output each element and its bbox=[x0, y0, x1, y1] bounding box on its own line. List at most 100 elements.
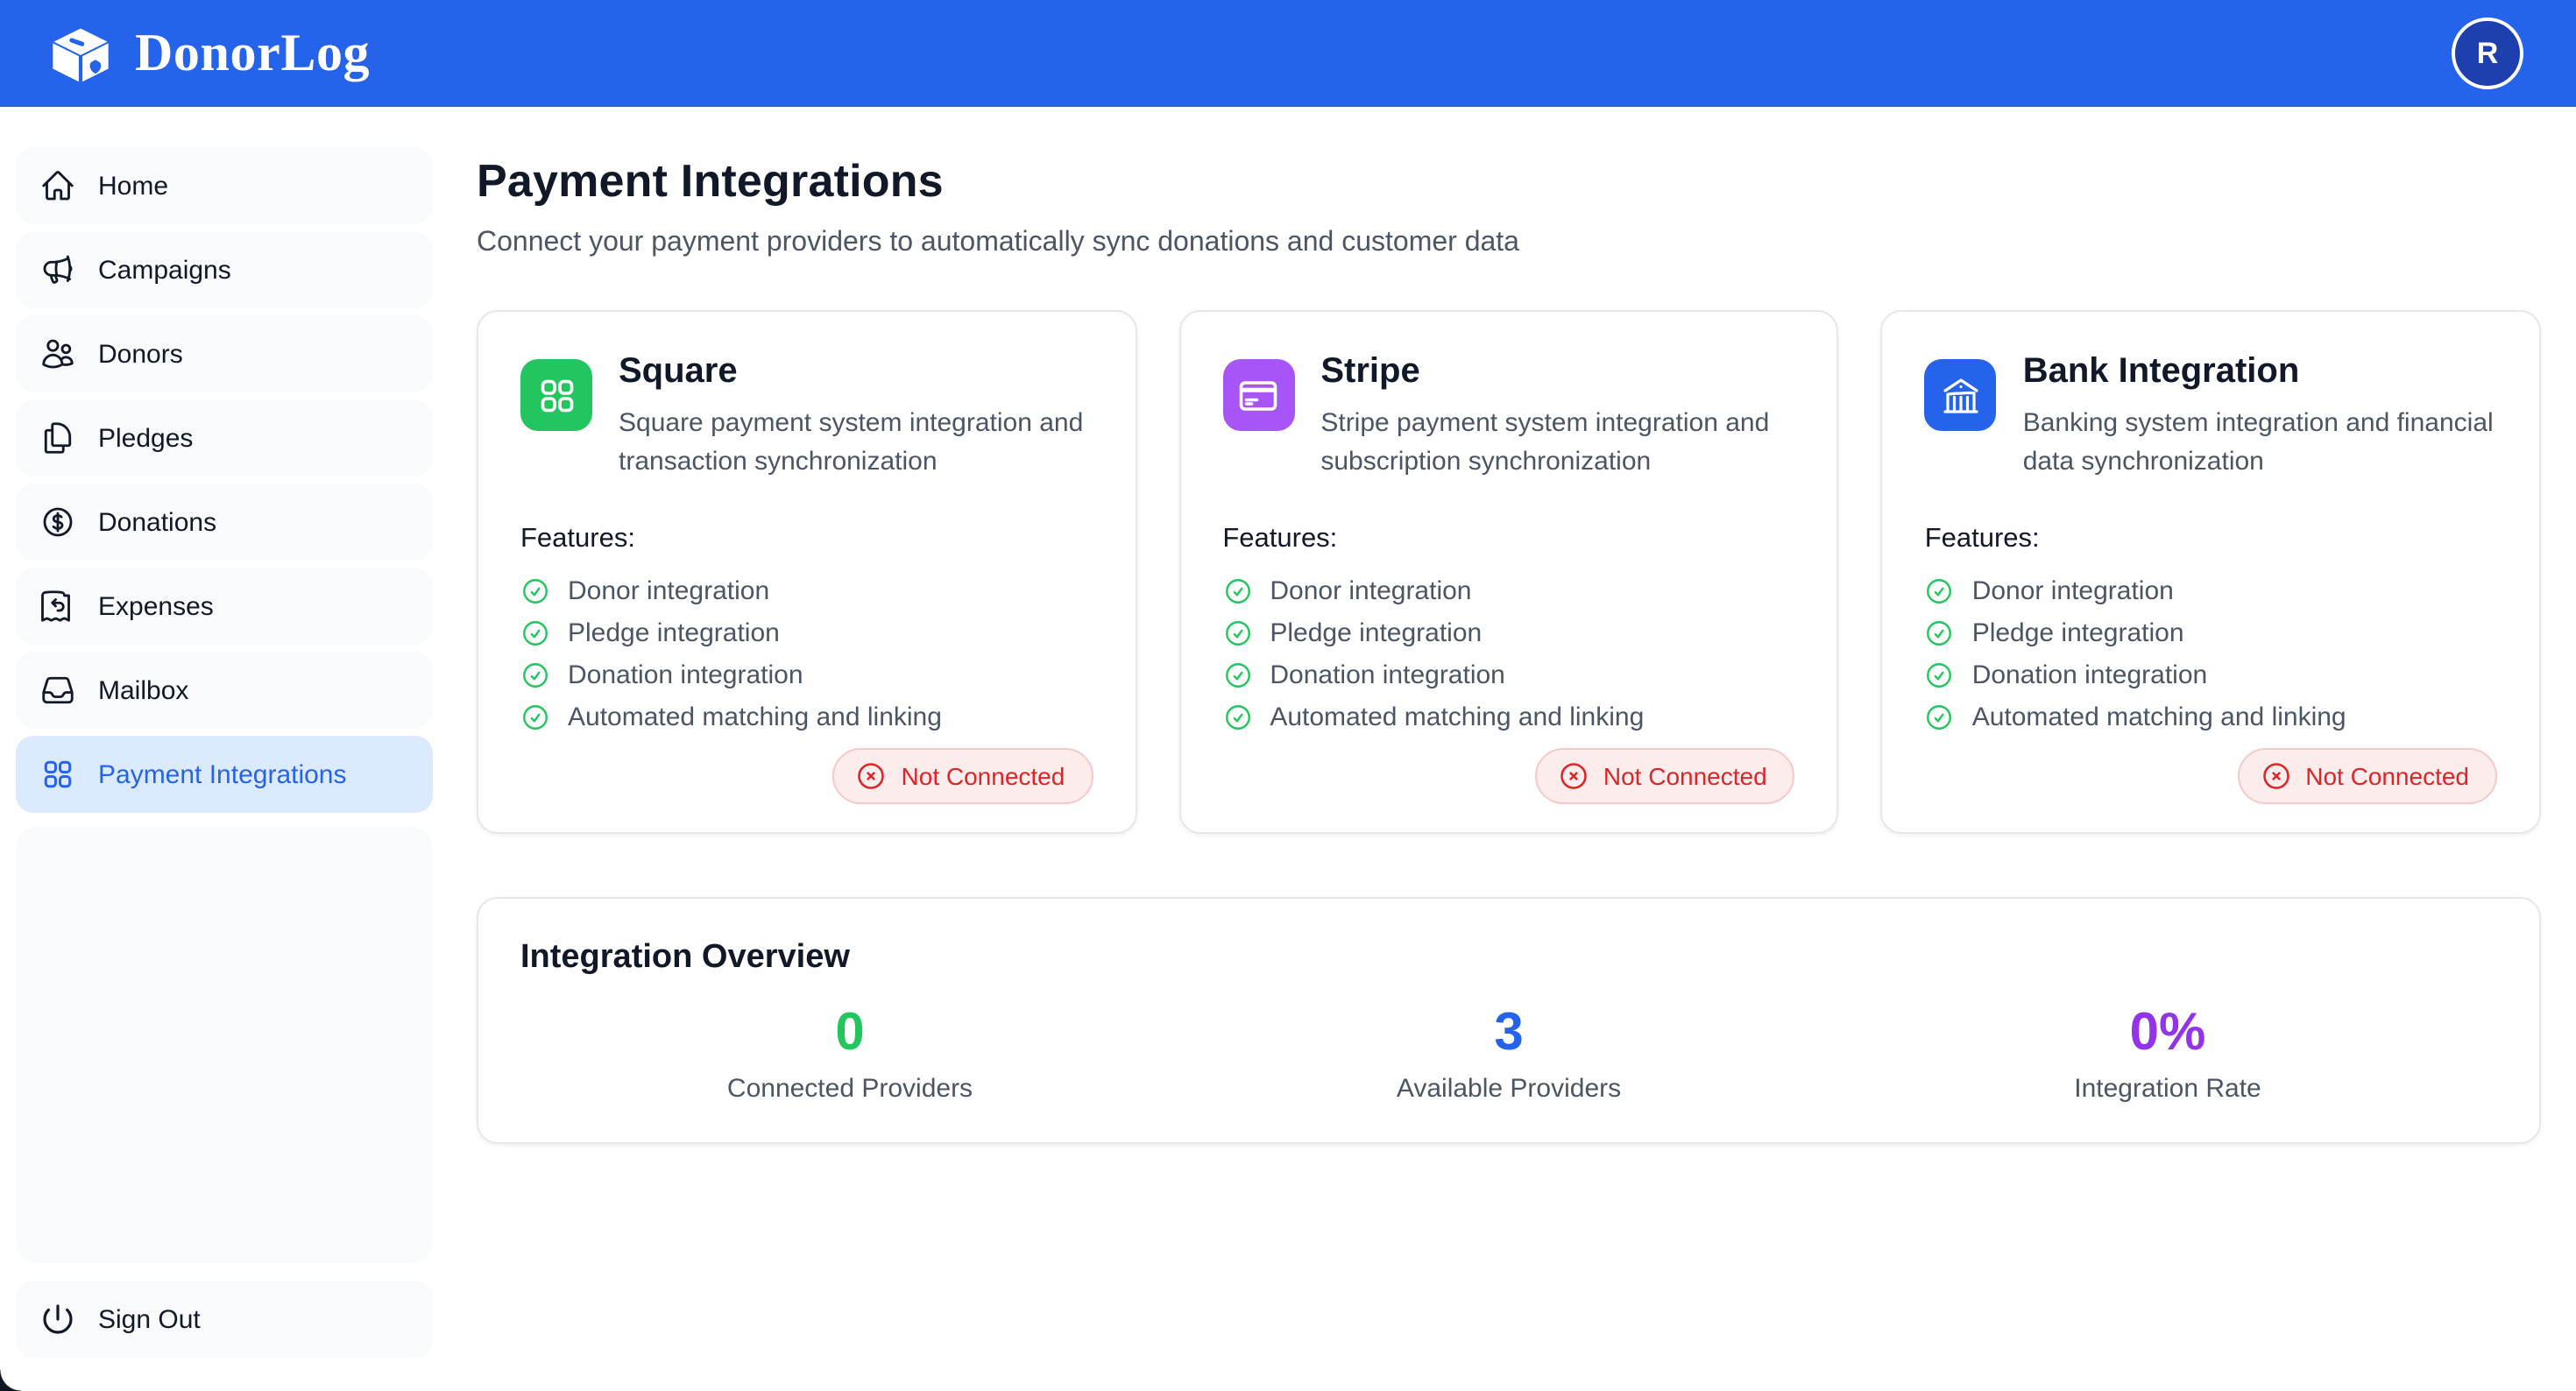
feature-text: Automated matching and linking bbox=[568, 703, 942, 732]
provider-icon-tile bbox=[1925, 359, 1997, 431]
provider-description: Square payment system integration and tr… bbox=[619, 405, 1093, 482]
provider-name: Square bbox=[619, 350, 1093, 392]
stat-label: Available Providers bbox=[1179, 1073, 1838, 1103]
provider-cards-row: Square Square payment system integration… bbox=[477, 310, 2541, 834]
feature-text: Donor integration bbox=[1972, 576, 2174, 606]
app-title: DonorLog bbox=[135, 24, 370, 83]
check-circle-icon bbox=[1222, 576, 1252, 606]
stat-label: Connected Providers bbox=[520, 1073, 1179, 1103]
feature-text: Pledge integration bbox=[1270, 618, 1482, 648]
check-circle-icon bbox=[520, 660, 550, 690]
stat-label: Integration Rate bbox=[1838, 1073, 2497, 1103]
feature-item: Donor integration bbox=[1222, 576, 1794, 606]
screen: DonorLog R Home Campaigns Donors Pledges… bbox=[0, 0, 2576, 1391]
feature-item: Donation integration bbox=[1222, 660, 1794, 690]
user-avatar[interactable]: R bbox=[2452, 18, 2523, 89]
status-badge: Not Connected bbox=[833, 748, 1093, 804]
window-corner bbox=[0, 1370, 21, 1391]
sidebar-item-pledges[interactable]: Pledges bbox=[16, 399, 433, 477]
feature-item: Donor integration bbox=[520, 576, 1093, 606]
features-list: Donor integration Pledge integration Don… bbox=[1222, 576, 1794, 745]
bank-icon bbox=[1940, 374, 1982, 416]
overview-stats-row: 0 Connected Providers 3 Available Provid… bbox=[520, 1004, 2497, 1103]
top-bar: DonorLog R bbox=[0, 0, 2576, 107]
feature-text: Pledge integration bbox=[1972, 618, 2184, 648]
dollar-circle-icon bbox=[40, 505, 75, 540]
status-text: Not Connected bbox=[2305, 762, 2469, 790]
stat-available-providers: 3 Available Providers bbox=[1179, 1004, 1838, 1103]
check-circle-icon bbox=[520, 576, 550, 606]
home-icon bbox=[40, 168, 75, 203]
feature-item: Donor integration bbox=[1925, 576, 2497, 606]
sidebar-item-payment-integrations[interactable]: Payment Integrations bbox=[16, 736, 433, 813]
sidebar-item-label: Home bbox=[98, 171, 168, 201]
features-list: Donor integration Pledge integration Don… bbox=[1925, 576, 2497, 745]
sidebar-filler-panel bbox=[16, 827, 433, 1263]
check-circle-icon bbox=[1925, 618, 1955, 648]
provider-icon-tile bbox=[520, 359, 592, 431]
donorlog-app: DonorLog R Home Campaigns Donors Pledges… bbox=[0, 0, 2576, 1391]
integration-overview-card: Integration Overview 0 Connected Provide… bbox=[477, 897, 2541, 1144]
credit-card-icon bbox=[1237, 374, 1279, 416]
feature-item: Donation integration bbox=[1925, 660, 2497, 690]
sidebar-item-label: Donations bbox=[98, 507, 216, 537]
x-circle-icon bbox=[2260, 760, 2291, 792]
feature-item: Automated matching and linking bbox=[1925, 703, 2497, 732]
sidebar-item-expenses[interactable]: Expenses bbox=[16, 568, 433, 645]
feature-item: Automated matching and linking bbox=[520, 703, 1093, 732]
feature-text: Donation integration bbox=[1270, 660, 1505, 690]
squares-grid-icon bbox=[535, 374, 577, 416]
card-header: Bank Integration Banking system integrat… bbox=[1925, 350, 2497, 482]
sign-out-label: Sign Out bbox=[98, 1304, 201, 1334]
feature-text: Automated matching and linking bbox=[1270, 703, 1644, 732]
stat-value: 0 bbox=[520, 1004, 1179, 1064]
stat-value: 3 bbox=[1179, 1004, 1838, 1064]
sidebar-item-label: Donors bbox=[98, 339, 183, 369]
status-text: Not Connected bbox=[1603, 762, 1767, 790]
provider-description: Stripe payment system integration and su… bbox=[1320, 405, 1794, 482]
feature-text: Donation integration bbox=[1972, 660, 2208, 690]
provider-icon-tile bbox=[1222, 359, 1294, 431]
features-list: Donor integration Pledge integration Don… bbox=[520, 576, 1093, 745]
check-circle-icon bbox=[1925, 576, 1955, 606]
feature-text: Automated matching and linking bbox=[1972, 703, 2346, 732]
power-icon bbox=[40, 1302, 75, 1337]
sidebar-item-home[interactable]: Home bbox=[16, 147, 433, 224]
feature-text: Donor integration bbox=[568, 576, 769, 606]
feature-item: Pledge integration bbox=[1925, 618, 2497, 648]
provider-name: Stripe bbox=[1320, 350, 1794, 392]
provider-card-stripe[interactable]: Stripe Stripe payment system integration… bbox=[1178, 310, 1838, 834]
check-circle-icon bbox=[1925, 660, 1955, 690]
feature-item: Automated matching and linking bbox=[1222, 703, 1794, 732]
provider-card-bank[interactable]: Bank Integration Banking system integrat… bbox=[1881, 310, 2541, 834]
donation-box-logo-icon bbox=[47, 22, 114, 85]
provider-name: Bank Integration bbox=[2023, 350, 2497, 392]
card-header: Square Square payment system integration… bbox=[520, 350, 1093, 482]
check-circle-icon bbox=[520, 618, 550, 648]
provider-card-square[interactable]: Square Square payment system integration… bbox=[477, 310, 1136, 834]
check-circle-icon bbox=[1925, 703, 1955, 732]
stat-value: 0% bbox=[1838, 1004, 2497, 1064]
sidebar-item-label: Expenses bbox=[98, 591, 214, 621]
avatar-initial: R bbox=[2477, 36, 2499, 71]
features-label: Features: bbox=[1222, 524, 1794, 555]
features-label: Features: bbox=[520, 524, 1093, 555]
megaphone-icon bbox=[40, 252, 75, 287]
x-circle-icon bbox=[1558, 760, 1589, 792]
feature-item: Pledge integration bbox=[1222, 618, 1794, 648]
sidebar: Home Campaigns Donors Pledges Donations … bbox=[16, 147, 433, 1358]
sidebar-item-donors[interactable]: Donors bbox=[16, 315, 433, 392]
sidebar-item-campaigns[interactable]: Campaigns bbox=[16, 231, 433, 308]
sidebar-item-mailbox[interactable]: Mailbox bbox=[16, 652, 433, 729]
main-content: Payment Integrations Connect your paymen… bbox=[477, 107, 2541, 1144]
sign-out-button[interactable]: Sign Out bbox=[16, 1281, 433, 1358]
check-circle-icon bbox=[1222, 618, 1252, 648]
status-badge: Not Connected bbox=[2237, 748, 2497, 804]
page-title: Payment Integrations bbox=[477, 154, 2541, 208]
provider-description: Banking system integration and financial… bbox=[2023, 405, 2497, 482]
check-circle-icon bbox=[1222, 703, 1252, 732]
sidebar-item-donations[interactable]: Donations bbox=[16, 484, 433, 561]
feature-text: Donor integration bbox=[1270, 576, 1471, 606]
brand[interactable]: DonorLog bbox=[47, 22, 370, 85]
sidebar-item-label: Payment Integrations bbox=[98, 759, 347, 789]
